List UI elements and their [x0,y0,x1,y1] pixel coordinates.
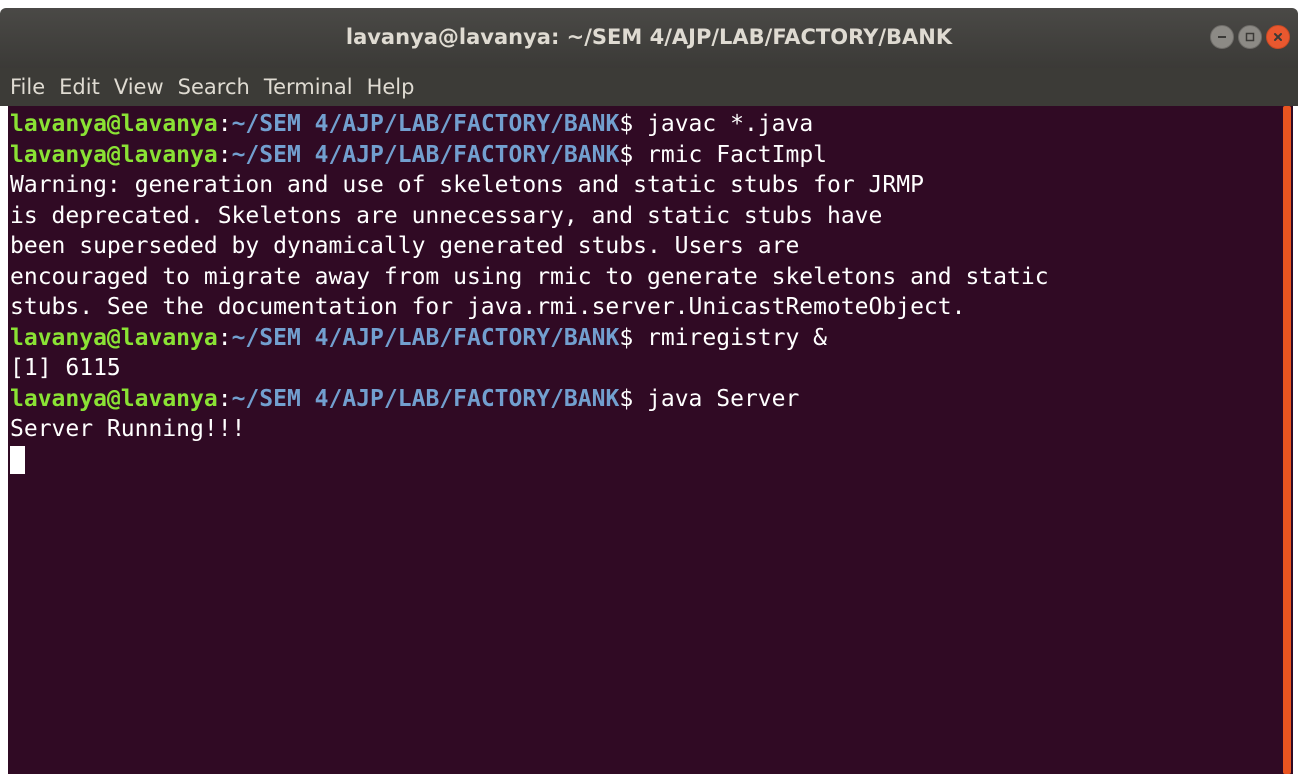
menu-terminal[interactable]: Terminal [264,68,353,106]
menu-help[interactable]: Help [367,68,415,106]
prompt-path: ~/SEM 4/AJP/LAB/FACTORY/BANK [231,111,620,137]
close-button[interactable] [1266,25,1290,49]
prompt-line: lavanya@lavanya:~/SEM 4/AJP/LAB/FACTORY/… [10,322,827,354]
maximize-icon [1245,32,1255,42]
prompt-line: lavanya@lavanya:~/SEM 4/AJP/LAB/FACTORY/… [10,108,813,140]
prompt-separator: : [217,385,232,412]
maximize-button[interactable] [1238,25,1262,49]
window-title: lavanya@lavanya: ~/SEM 4/AJP/LAB/FACTORY… [345,25,953,49]
command-text: javac *.java [633,111,814,137]
window-controls [1210,25,1290,49]
terminal-output[interactable]: lavanya@lavanya:~/SEM 4/AJP/LAB/FACTORY/… [8,106,1281,774]
prompt-separator: : [217,324,232,351]
command-text: rmiregistry & [633,324,828,351]
command-text: rmic FactImpl [633,141,828,168]
output-line: Server Running!!! [10,416,246,442]
prompt-symbol: $ [619,324,634,351]
prompt-symbol: $ [619,385,634,412]
output-line: [1] 6115 [10,355,121,381]
prompt-user: lavanya@lavanya [10,111,218,137]
scrollbar[interactable] [1281,106,1293,774]
close-icon [1274,33,1282,41]
prompt-separator: : [217,141,232,168]
command-text: java Server [633,385,800,412]
menu-edit[interactable]: Edit [59,68,100,106]
minimize-button[interactable] [1210,25,1234,49]
prompt-line: lavanya@lavanya:~/SEM 4/AJP/LAB/FACTORY/… [10,383,799,415]
prompt-path: ~/SEM 4/AJP/LAB/FACTORY/BANK [231,141,620,168]
prompt-separator: : [217,111,232,137]
window-border-left [0,106,8,774]
menu-file[interactable]: File [10,68,45,106]
output-line: Warning: generation and use of skeletons… [10,172,924,198]
menu-view[interactable]: View [114,68,164,106]
prompt-symbol: $ [619,141,634,168]
text-cursor [10,445,25,474]
prompt-line: lavanya@lavanya:~/SEM 4/AJP/LAB/FACTORY/… [10,139,827,171]
prompt-user: lavanya@lavanya [10,141,218,168]
minimize-icon [1218,36,1226,38]
output-line: stubs. See the documentation for java.rm… [10,294,966,320]
window-border-right [1293,106,1298,774]
prompt-user: lavanya@lavanya [10,324,218,351]
prompt-path: ~/SEM 4/AJP/LAB/FACTORY/BANK [231,385,620,412]
terminal-window: lavanya@lavanya: ~/SEM 4/AJP/LAB/FACTORY… [0,0,1298,774]
output-line: encouraged to migrate away from using rm… [10,263,1049,290]
title-bar[interactable]: lavanya@lavanya: ~/SEM 4/AJP/LAB/FACTORY… [0,8,1298,68]
menu-search[interactable]: Search [178,68,250,106]
scrollbar-thumb[interactable] [1283,106,1291,774]
menu-bar: File Edit View Search Terminal Help [0,68,1298,106]
prompt-user: lavanya@lavanya [10,385,218,412]
output-line: is deprecated. Skeletons are unnecessary… [10,202,883,229]
prompt-symbol: $ [619,111,634,137]
output-line: been superseded by dynamically generated… [10,233,800,259]
prompt-path: ~/SEM 4/AJP/LAB/FACTORY/BANK [231,324,620,351]
